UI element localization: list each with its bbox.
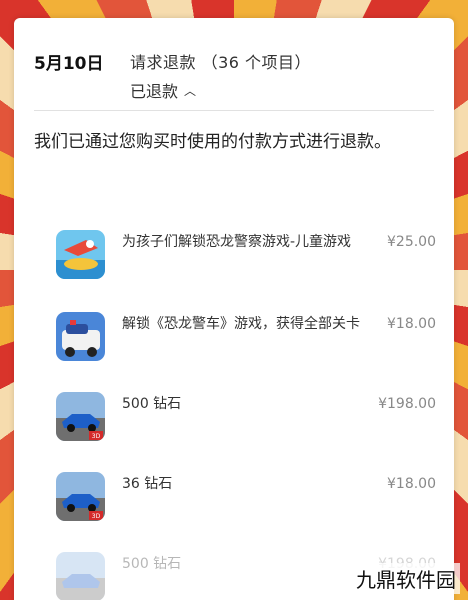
kids-game-icon: [56, 230, 105, 279]
divider: [34, 110, 434, 111]
refund-status-toggle[interactable]: 已退款 ︿: [130, 78, 196, 102]
item-name: 36 钻石: [122, 476, 173, 492]
refund-status-label: 已退款: [130, 82, 179, 101]
refund-notice: 我们已通过您购买时使用的付款方式进行退款。: [34, 132, 391, 152]
item-name: 500 钻石: [122, 556, 182, 572]
racing-car-icon: [56, 552, 105, 600]
site-watermark: 九鼎软件园: [352, 563, 460, 594]
racing-car-3d-icon: 3D: [56, 392, 105, 441]
item-price: ¥18.00: [387, 476, 436, 492]
police-car-icon: [56, 312, 105, 361]
list-item[interactable]: 3D 36 钻石 ¥18.00: [56, 472, 436, 524]
list-item[interactable]: 3D 500 钻石 ¥198.00: [56, 392, 436, 444]
refund-request-title: 请求退款 （36 个项目）: [130, 53, 312, 72]
item-price: ¥18.00: [387, 316, 436, 332]
refund-date: 5月10日: [34, 54, 104, 74]
item-name: 500 钻石: [122, 396, 182, 412]
svg-text:3D: 3D: [92, 513, 101, 520]
list-item[interactable]: 解锁《恐龙警车》游戏，获得全部关卡 ¥18.00: [56, 312, 436, 364]
refund-card: 5月10日 请求退款 （36 个项目） 已退款 ︿ 我们已通过您购买时使用的付款方…: [14, 18, 454, 600]
racing-car-3d-icon: 3D: [56, 472, 105, 521]
item-name: 为孩子们解锁恐龙警察游戏-儿童游戏: [122, 234, 352, 250]
item-price: ¥25.00: [387, 234, 436, 250]
item-price: ¥198.00: [378, 396, 436, 412]
svg-text:3D: 3D: [92, 433, 101, 440]
chevron-up-icon: ︿: [184, 84, 197, 98]
list-item[interactable]: 为孩子们解锁恐龙警察游戏-儿童游戏 ¥25.00: [56, 230, 436, 282]
item-name: 解锁《恐龙警车》游戏，获得全部关卡: [122, 316, 360, 332]
